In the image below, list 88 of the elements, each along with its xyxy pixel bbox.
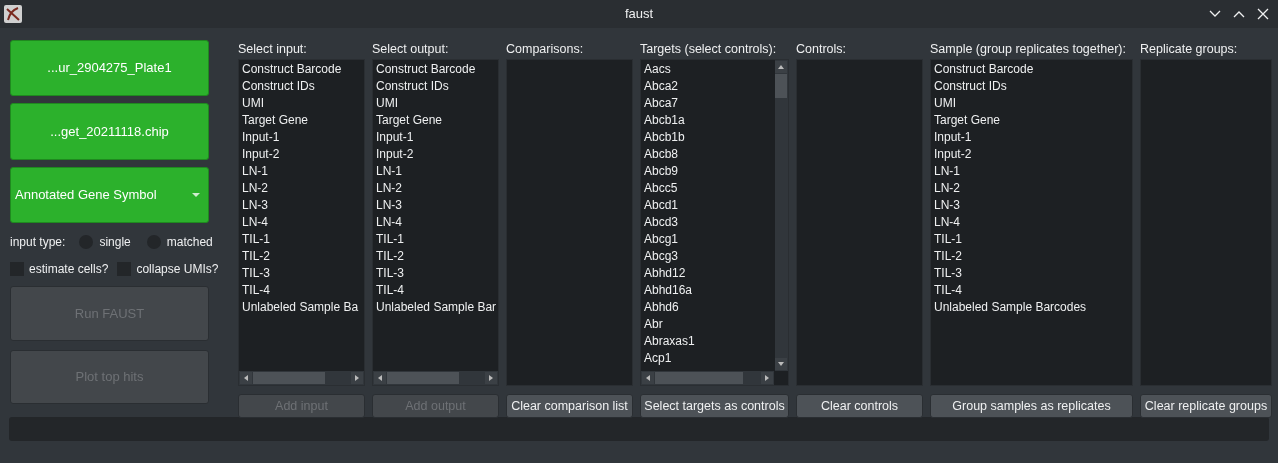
list-item[interactable]: Abcb8 bbox=[644, 146, 774, 163]
list-item[interactable]: Input-1 bbox=[242, 129, 364, 146]
horizontal-scrollbar[interactable] bbox=[641, 371, 774, 385]
close-icon[interactable] bbox=[1256, 7, 1270, 21]
list-item[interactable]: Construct Barcode bbox=[934, 61, 1132, 78]
list-item[interactable]: LN-1 bbox=[934, 163, 1132, 180]
list-item[interactable]: Construct Barcode bbox=[376, 61, 498, 78]
list-item[interactable]: TIL-3 bbox=[376, 265, 498, 282]
panel-button[interactable]: Group samples as replicates bbox=[930, 394, 1133, 418]
list-item[interactable]: TIL-3 bbox=[242, 265, 364, 282]
list-item[interactable]: LN-2 bbox=[934, 180, 1132, 197]
list-item[interactable]: Construct IDs bbox=[242, 78, 364, 95]
list-item[interactable]: TIL-3 bbox=[934, 265, 1132, 282]
app-icon bbox=[4, 5, 22, 23]
panel-label: Comparisons: bbox=[506, 41, 585, 58]
list-item[interactable]: Aacs bbox=[644, 61, 774, 78]
list-item[interactable]: Abcd1 bbox=[644, 197, 774, 214]
list-item[interactable]: Abcc5 bbox=[644, 180, 774, 197]
list-item[interactable]: Input-2 bbox=[934, 146, 1132, 163]
list-item[interactable]: TIL-1 bbox=[242, 231, 364, 248]
list-item[interactable]: Abhd12 bbox=[644, 265, 774, 282]
list-item[interactable]: Abcb9 bbox=[644, 163, 774, 180]
list-item[interactable]: LN-4 bbox=[934, 214, 1132, 231]
list-item[interactable]: TIL-4 bbox=[376, 282, 498, 299]
radio-label: single bbox=[99, 233, 131, 251]
list-item[interactable]: Target Gene bbox=[934, 112, 1132, 129]
list-item[interactable]: TIL-4 bbox=[934, 282, 1132, 299]
list-item[interactable]: TIL-2 bbox=[376, 248, 498, 265]
list-item[interactable]: Abcg1 bbox=[644, 231, 774, 248]
panel-label: Select input: bbox=[238, 41, 308, 58]
list-item[interactable]: LN-2 bbox=[242, 180, 364, 197]
list-item[interactable]: TIL-1 bbox=[934, 231, 1132, 248]
list-item[interactable]: Target Gene bbox=[242, 112, 364, 129]
list-item[interactable]: Abca7 bbox=[644, 95, 774, 112]
list-item[interactable]: UMI bbox=[376, 95, 498, 112]
list-item[interactable]: TIL-2 bbox=[242, 248, 364, 265]
list-item[interactable]: Abcd3 bbox=[644, 214, 774, 231]
list-item[interactable]: Construct IDs bbox=[934, 78, 1132, 95]
list-item[interactable]: Unlabeled Sample Barcodes bbox=[934, 299, 1132, 316]
panel-label: Controls: bbox=[796, 41, 848, 58]
caret-icon bbox=[192, 192, 200, 197]
panel-label: Targets (select controls): bbox=[640, 41, 778, 58]
list-item[interactable]: Abcg3 bbox=[644, 248, 774, 265]
panel-label: Select output: bbox=[372, 41, 450, 58]
window-title: faust bbox=[624, 5, 654, 24]
list-item[interactable]: LN-3 bbox=[376, 197, 498, 214]
list-item[interactable]: Input-2 bbox=[242, 146, 364, 163]
horizontal-scrollbar[interactable] bbox=[239, 371, 364, 385]
list-item[interactable]: TIL-4 bbox=[242, 282, 364, 299]
list-item[interactable]: Construct Barcode bbox=[242, 61, 364, 78]
panel-button[interactable]: Clear comparison list bbox=[506, 394, 633, 418]
list-item[interactable]: Abcb1b bbox=[644, 129, 774, 146]
list-item[interactable]: LN-2 bbox=[376, 180, 498, 197]
horizontal-scrollbar[interactable] bbox=[373, 371, 498, 385]
list-item[interactable]: LN-4 bbox=[242, 214, 364, 231]
list-item[interactable]: LN-1 bbox=[242, 163, 364, 180]
list-item[interactable]: LN-3 bbox=[242, 197, 364, 214]
checkbox-label: estimate cells? bbox=[29, 260, 109, 278]
radio-label: matched bbox=[166, 233, 213, 251]
list-item[interactable]: Input-1 bbox=[934, 129, 1132, 146]
list-item[interactable]: Construct IDs bbox=[376, 78, 498, 95]
list-item[interactable]: Target Gene bbox=[376, 112, 498, 129]
list-item[interactable]: Abhd6 bbox=[644, 299, 774, 316]
panel-button[interactable]: Clear controls bbox=[796, 394, 923, 418]
list-item[interactable]: UMI bbox=[242, 95, 364, 112]
list-item[interactable]: Abr bbox=[644, 316, 774, 333]
list-item[interactable]: Abca2 bbox=[644, 78, 774, 95]
list-item[interactable]: LN-4 bbox=[376, 214, 498, 231]
list-item[interactable]: Abraxas1 bbox=[644, 333, 774, 350]
list-item[interactable]: Unlabeled Sample Ba bbox=[242, 299, 364, 316]
input-type-label: input type: bbox=[10, 233, 66, 251]
vertical-scrollbar[interactable] bbox=[775, 60, 788, 371]
list-item[interactable]: Input-2 bbox=[376, 146, 498, 163]
list-item[interactable]: Acp1 bbox=[644, 350, 774, 367]
panel-button[interactable]: Clear replicate groups bbox=[1140, 394, 1272, 418]
panel-button[interactable]: Select targets as controls bbox=[640, 394, 789, 418]
list-item[interactable]: UMI bbox=[934, 95, 1132, 112]
list-item[interactable]: TIL-2 bbox=[934, 248, 1132, 265]
panel-label: Replicate groups: bbox=[1140, 41, 1239, 58]
list-item[interactable]: LN-1 bbox=[376, 163, 498, 180]
list-item[interactable]: Abhd16a bbox=[644, 282, 774, 299]
list-item[interactable]: Abcb1a bbox=[644, 112, 774, 129]
panel-label: Sample (group replicates together): bbox=[930, 41, 1127, 58]
list-item[interactable]: Unlabeled Sample Bar bbox=[376, 299, 498, 316]
checkbox-label: collapse UMIs? bbox=[136, 260, 219, 278]
list-item[interactable]: LN-3 bbox=[934, 197, 1132, 214]
list-item[interactable]: Input-1 bbox=[376, 129, 498, 146]
list-item[interactable]: TIL-1 bbox=[376, 231, 498, 248]
